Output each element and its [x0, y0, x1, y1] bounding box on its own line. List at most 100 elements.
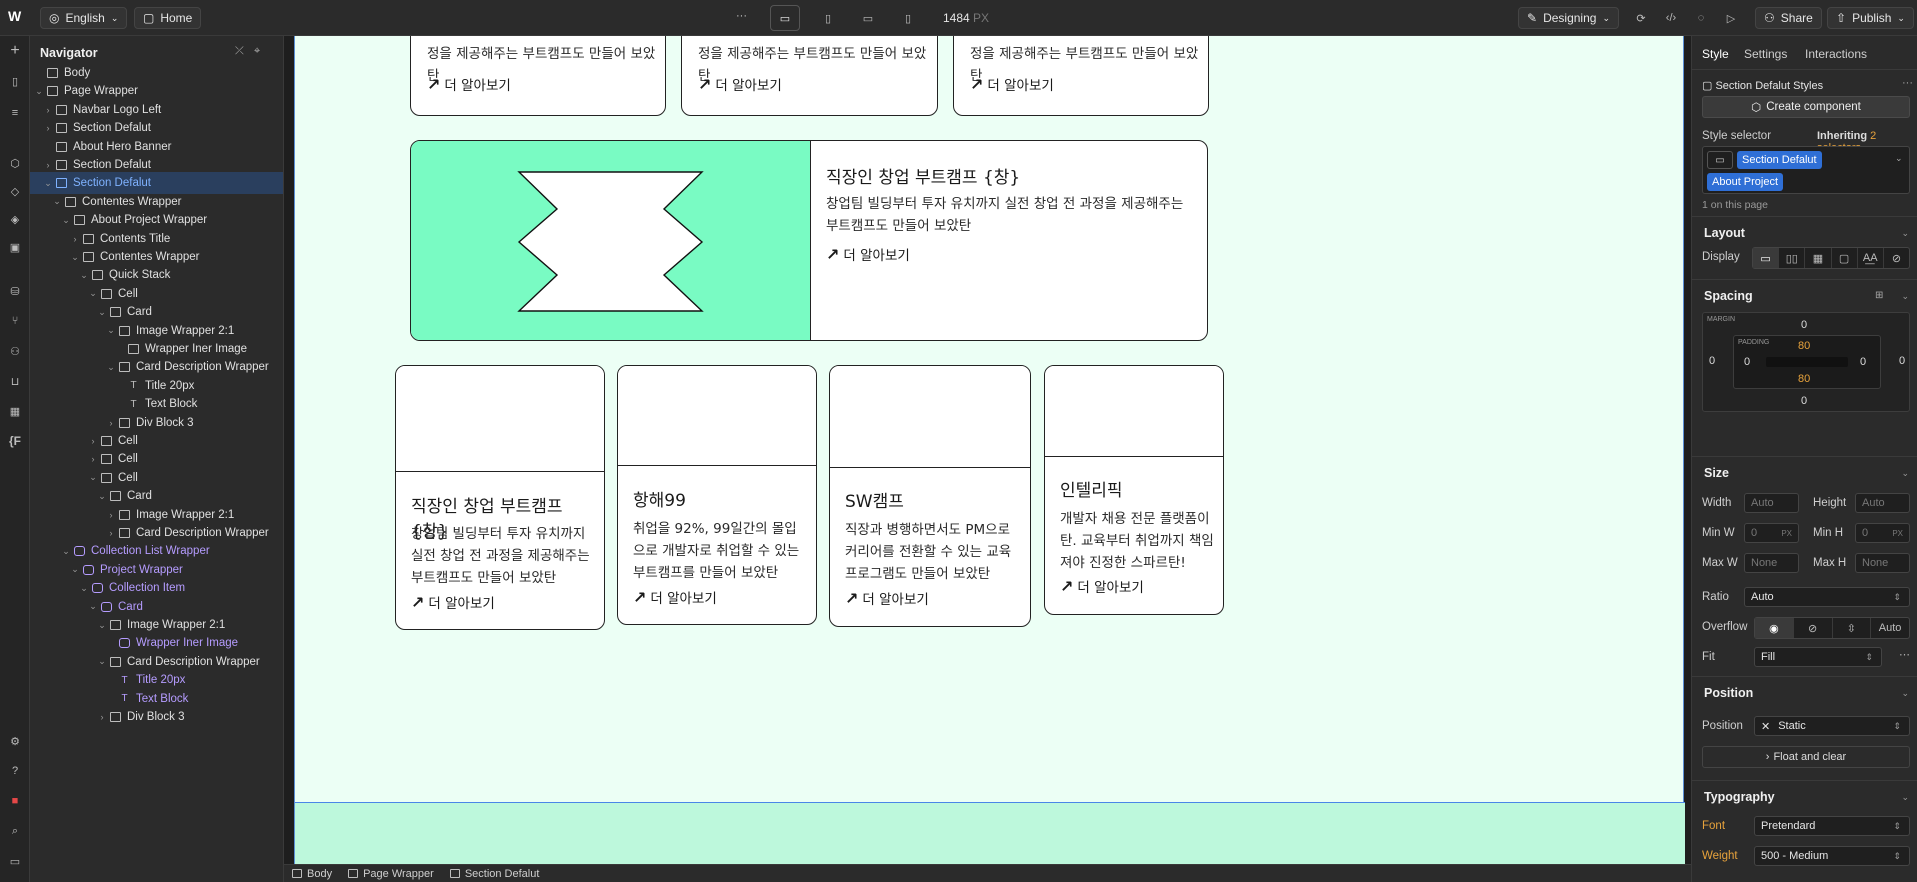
more-options-icon[interactable]: ···	[1902, 77, 1913, 89]
more-options-button[interactable]: ···	[736, 10, 747, 22]
ratio-select[interactable]: Auto ⇕	[1744, 587, 1910, 607]
collapse-caret-icon[interactable]: ›	[106, 528, 116, 538]
selector-chip-combo[interactable]: About Project	[1707, 173, 1784, 191]
learn-more-link[interactable]: ↗ 더 알아보기	[1060, 576, 1144, 597]
float-and-clear-button[interactable]: › Float and clear	[1702, 746, 1910, 768]
collapse-caret-icon[interactable]: ›	[97, 712, 107, 722]
help-icon[interactable]: ?	[6, 762, 24, 780]
collapse-all-icon[interactable]: ⤫	[235, 45, 244, 58]
expand-caret-icon[interactable]: ⌄	[79, 270, 89, 281]
project-card-4[interactable]: 인텔리픽 개발자 채용 전문 플랫폼이탄. 교육부터 취업까지 책임져야 진정한…	[1044, 365, 1224, 615]
create-component-button[interactable]: ⬡ Create component	[1702, 96, 1910, 118]
layout-heading[interactable]: Layout	[1704, 226, 1745, 240]
page-selector[interactable]: ▢ Home	[134, 7, 202, 29]
design-canvas[interactable]: 정을 제공해주는 부트캠프도 만들어 보았탄 ↗ 더 알아보기 정을 제공해주는 …	[284, 36, 1691, 864]
selector-state-icon[interactable]: ▭	[1707, 151, 1733, 169]
top-card-3[interactable]: 정을 제공해주는 부트캠프도 만들어 보았탄 ↗ 더 알아보기	[953, 36, 1209, 116]
max-width-field[interactable]: None	[1744, 553, 1799, 573]
expand-caret-icon[interactable]: ⌄	[88, 288, 98, 299]
breadcrumb-item[interactable]: Section Defalut	[442, 868, 548, 880]
overflow-scroll-icon[interactable]: ⇳	[1833, 618, 1872, 638]
display-segmented-control[interactable]: ▭ ▯▯ ▦ ▢ A͟A ⊘	[1752, 247, 1910, 269]
overflow-visible-icon[interactable]: ◉	[1755, 618, 1794, 638]
navigator-icon[interactable]: ≡	[6, 104, 24, 122]
margin-right[interactable]: 0	[1899, 355, 1905, 367]
add-element-icon[interactable]: +	[6, 42, 24, 60]
project-card-3[interactable]: SW캠프 직장과 병행하면서도 PM으로 커리어를 전환할 수 있는 교육 프로…	[829, 365, 1031, 627]
cms-icon[interactable]: ⛁	[6, 282, 24, 300]
learn-more-link[interactable]: ↗ 더 알아보기	[411, 592, 495, 613]
desktop-breakpoint-icon[interactable]: ▭	[770, 5, 800, 31]
pin-icon[interactable]: ⌖	[254, 45, 260, 58]
overflow-segmented-control[interactable]: ◉ ⊘ ⇳ Auto	[1754, 617, 1910, 639]
tab-style[interactable]: Style	[1702, 47, 1729, 61]
size-heading[interactable]: Size	[1704, 466, 1729, 480]
mobile-portrait-icon[interactable]: ▯	[895, 5, 921, 31]
overflow-hidden-icon[interactable]: ⊘	[1794, 618, 1833, 638]
padding-box[interactable]: PADDING 80 0 80 0	[1733, 335, 1881, 389]
typography-heading[interactable]: Typography	[1704, 790, 1775, 804]
project-card-1[interactable]: 직장인 창업 부트캠프 {창} 창업팀 빌딩부터 투자 유치까지 실전 창업 전…	[395, 365, 605, 630]
display-block-icon[interactable]: ▭	[1753, 248, 1780, 268]
expand-caret-icon[interactable]: ⌄	[106, 362, 116, 373]
variables-f-icon[interactable]: {F	[6, 432, 24, 450]
publish-button[interactable]: ⇧ Publish ⌄	[1827, 7, 1914, 29]
weight-select[interactable]: 500 - Medium ⇕	[1754, 846, 1910, 866]
chevron-down-icon[interactable]: ⌄	[1901, 291, 1909, 302]
expand-caret-icon[interactable]: ⌄	[97, 491, 107, 502]
expand-caret-icon[interactable]: ⌄	[97, 307, 107, 318]
feature-card[interactable]: 직장인 창업 부트캠프 {창} 창업팀 빌딩부터 투자 유치까지 실전 창업 전…	[410, 140, 1208, 341]
tab-settings[interactable]: Settings	[1744, 47, 1787, 61]
top-card-2[interactable]: 정을 제공해주는 부트캠프도 만들어 보았탄 ↗ 더 알아보기	[681, 36, 938, 116]
expand-caret-icon[interactable]: ⌄	[97, 656, 107, 667]
navigator-row[interactable]: › Div Block 3	[30, 706, 283, 728]
height-field[interactable]: Auto	[1855, 493, 1910, 513]
top-card-1[interactable]: 정을 제공해주는 부트캠프도 만들어 보았탄 ↗ 더 알아보기	[410, 36, 666, 116]
pages-icon[interactable]: ▯	[6, 72, 24, 90]
collapse-caret-icon[interactable]: ›	[106, 510, 116, 520]
selector-chip[interactable]: Section Defalut	[1737, 151, 1822, 169]
padding-top[interactable]: 80	[1798, 340, 1810, 352]
expand-caret-icon[interactable]: ⌄	[70, 252, 80, 263]
padding-right[interactable]: 0	[1860, 356, 1866, 368]
spacing-preset-icon[interactable]: ⊞	[1875, 290, 1883, 301]
margin-bottom[interactable]: 0	[1801, 395, 1807, 407]
logic-icon[interactable]: ⑂	[6, 312, 24, 330]
users-icon[interactable]: ⚇	[6, 342, 24, 360]
ecommerce-icon[interactable]: ⊔	[6, 372, 24, 390]
breadcrumb-item[interactable]: Body	[284, 868, 340, 880]
font-select[interactable]: Pretendard ⇕	[1754, 816, 1910, 836]
chevron-down-icon[interactable]: ⌄	[1895, 153, 1903, 164]
chevron-down-icon[interactable]: ⌄	[1901, 228, 1909, 239]
display-none-icon[interactable]: ⊘	[1884, 248, 1909, 268]
learn-more-link[interactable]: ↗ 더 알아보기	[698, 74, 782, 95]
display-flex-icon[interactable]: ▯▯	[1779, 248, 1806, 268]
collapse-caret-icon[interactable]: ›	[88, 436, 98, 446]
position-select[interactable]: ✕ Static ⇕	[1754, 716, 1910, 736]
expand-caret-icon[interactable]: ⌄	[70, 564, 80, 575]
chevron-down-icon[interactable]: ⌄	[1901, 688, 1909, 699]
spacing-heading[interactable]: Spacing	[1704, 289, 1753, 303]
apps-icon[interactable]: ▦	[6, 402, 24, 420]
expand-caret-icon[interactable]: ⌄	[79, 583, 89, 594]
learn-more-link[interactable]: ↗ 더 알아보기	[427, 74, 511, 95]
expand-caret-icon[interactable]: ⌄	[61, 546, 71, 557]
expand-caret-icon[interactable]: ⌄	[88, 472, 98, 483]
audit-icon[interactable]: ■	[6, 792, 24, 810]
code-icon[interactable]: ‹/›	[1658, 5, 1684, 31]
styles-icon[interactable]: ◈	[6, 210, 24, 228]
expand-caret-icon[interactable]: ⌄	[106, 325, 116, 336]
expand-caret-icon[interactable]: ⌄	[88, 601, 98, 612]
expand-caret-icon[interactable]: ⌄	[52, 196, 62, 207]
min-width-field[interactable]: 0 PX	[1744, 523, 1799, 543]
expand-caret-icon[interactable]: ⌄	[34, 86, 44, 97]
learn-more-link[interactable]: ↗ 더 알아보기	[845, 588, 929, 609]
comment-icon[interactable]: ◌	[1688, 5, 1714, 31]
learn-more-link[interactable]: ↗ 더 알아보기	[826, 244, 910, 265]
min-height-field[interactable]: 0 PX	[1855, 523, 1910, 543]
display-grid-icon[interactable]: ▦	[1805, 248, 1832, 268]
collapse-caret-icon[interactable]: ›	[43, 123, 53, 133]
project-card-2[interactable]: 항해99 취업을 92%, 99일간의 몰입으로 개발자로 취업할 수 있는 부…	[617, 365, 817, 625]
width-field[interactable]: Auto	[1744, 493, 1799, 513]
fit-select[interactable]: Fill ⇕	[1754, 647, 1882, 667]
